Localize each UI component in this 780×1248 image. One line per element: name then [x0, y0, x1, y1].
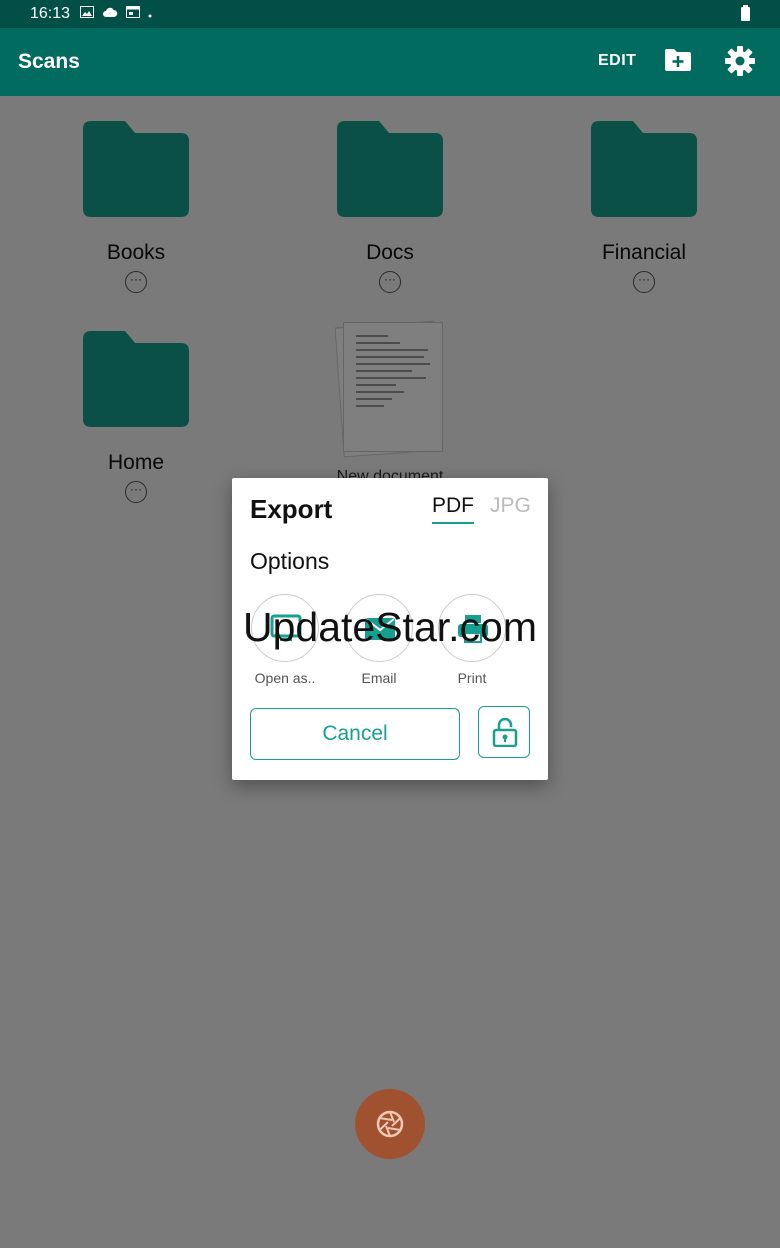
- status-time: 16:13: [30, 5, 71, 22]
- watermark-text: UpdateStar.com: [243, 604, 537, 650]
- tab-pdf[interactable]: PDF: [432, 494, 474, 524]
- lock-button[interactable]: [478, 706, 530, 758]
- unlock-icon: [492, 717, 518, 747]
- nav-handle: [166, 1237, 272, 1241]
- app-bar: Scans EDIT: [0, 28, 780, 96]
- calendar-icon: [126, 5, 141, 23]
- aperture-icon: [376, 1110, 404, 1138]
- options-heading: Options: [250, 548, 330, 574]
- edit-button[interactable]: EDIT: [598, 52, 636, 70]
- gear-icon[interactable]: [724, 45, 756, 77]
- notification-dot-icon: [148, 5, 152, 23]
- image-icon: [80, 5, 95, 23]
- battery-icon: [741, 5, 750, 21]
- cancel-button[interactable]: Cancel: [250, 708, 460, 760]
- nav-handle: [337, 1237, 443, 1241]
- status-bar: 16:13: [0, 0, 780, 28]
- option-label: Open as..: [254, 670, 316, 686]
- dialog-title: Export: [250, 494, 333, 524]
- option-label: Email: [361, 670, 397, 686]
- cloud-icon: [102, 5, 118, 23]
- nav-handle: [508, 1237, 614, 1241]
- camera-shutter-button[interactable]: [355, 1089, 425, 1159]
- new-folder-icon[interactable]: [664, 48, 692, 72]
- option-label: Print: [457, 670, 487, 686]
- tab-jpg[interactable]: JPG: [490, 494, 531, 518]
- app-title: Scans: [18, 50, 80, 73]
